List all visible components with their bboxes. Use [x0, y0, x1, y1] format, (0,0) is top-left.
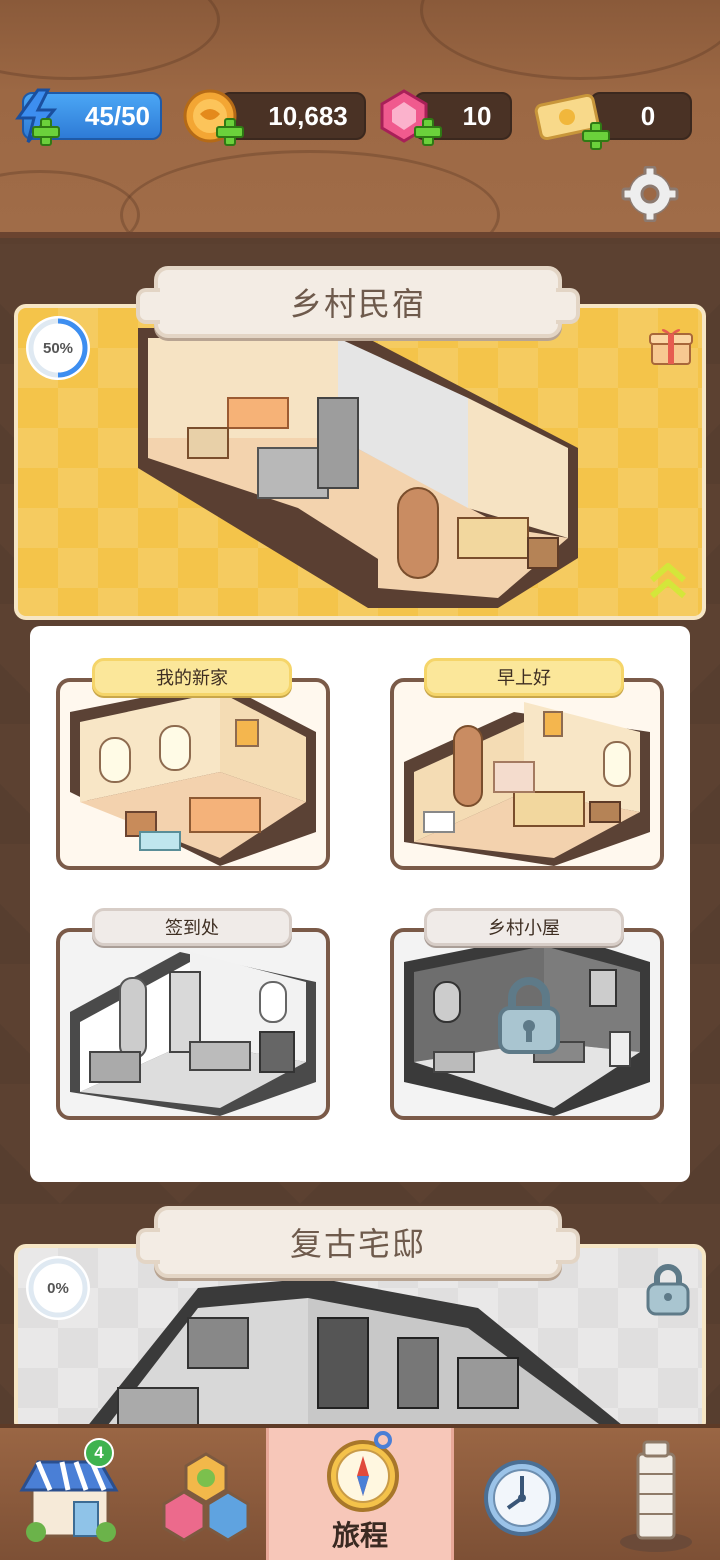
- region-title: 复古宅邸: [289, 1225, 426, 1263]
- region-title-plaque: 乡村民宿: [136, 266, 580, 338]
- region-title-plaque: 复古宅邸: [136, 1206, 580, 1278]
- lock-icon: [498, 977, 560, 1054]
- level-card-check-in[interactable]: [56, 928, 330, 1120]
- ticket-counter[interactable]: 0: [532, 90, 694, 150]
- wood-grain: [0, 170, 140, 232]
- shop-badge: 4: [84, 1438, 114, 1468]
- nav-tower[interactable]: [576, 1428, 720, 1560]
- settings-gear-icon[interactable]: [620, 166, 680, 222]
- add-energy-icon[interactable]: [32, 118, 60, 146]
- gift-box-icon[interactable]: [648, 322, 694, 368]
- level-name: 乡村小屋: [488, 918, 560, 939]
- level-name: 我的新家: [156, 668, 228, 689]
- wood-grain: [120, 150, 500, 232]
- morning-room-illustration: [404, 702, 650, 866]
- level-list-panel: 我的新家 早上好 签到处 乡村小屋: [30, 626, 690, 1182]
- gem-counter[interactable]: 10: [376, 89, 516, 146]
- add-gems-icon[interactable]: [414, 118, 442, 146]
- level-card-village-cottage[interactable]: [390, 928, 664, 1120]
- level-name: 早上好: [497, 668, 551, 689]
- top-resource-bar: 45/50 10,683 10 0: [0, 0, 720, 238]
- level-card-my-new-home[interactable]: [56, 678, 330, 870]
- energy-counter[interactable]: 45/50: [0, 88, 170, 146]
- region-lock-icon: [646, 1264, 690, 1316]
- nav-shop[interactable]: 4: [0, 1428, 144, 1560]
- checkin-room-illustration: [70, 952, 316, 1116]
- collapse-chevrons-icon[interactable]: [648, 558, 688, 602]
- bedroom-room-illustration: [70, 682, 316, 866]
- level-label: 早上好: [424, 658, 624, 696]
- wood-grain: [0, 0, 220, 80]
- coin-counter[interactable]: 10,683: [182, 89, 368, 146]
- level-label: 乡村小屋: [424, 908, 624, 946]
- tower-icon: [620, 1440, 692, 1552]
- add-coins-icon[interactable]: [216, 118, 244, 146]
- level-label: 我的新家: [92, 658, 292, 696]
- compass-icon: [327, 1431, 399, 1512]
- add-tickets-icon[interactable]: [582, 122, 610, 150]
- region-title: 乡村民宿: [289, 285, 426, 323]
- nav-journey-label: 旅程: [331, 1519, 388, 1552]
- region-scroll-area[interactable]: 乡村民宿 50% 我的新家 早上好 签到处 乡村小屋 复古宅邸 0%: [0, 244, 720, 1434]
- region-card-active[interactable]: 50%: [14, 304, 706, 620]
- clock-icon: [484, 1460, 560, 1536]
- village-inn-house-illustration: [138, 328, 578, 608]
- level-card-good-morning[interactable]: [390, 678, 664, 870]
- level-label: 签到处: [92, 908, 292, 946]
- hex-puzzle-icon: [162, 1452, 250, 1542]
- nav-journey[interactable]: 旅程: [266, 1428, 454, 1560]
- bottom-navigation: 4 旅程: [0, 1424, 720, 1560]
- level-name: 签到处: [165, 918, 219, 939]
- wood-grain: [420, 0, 720, 80]
